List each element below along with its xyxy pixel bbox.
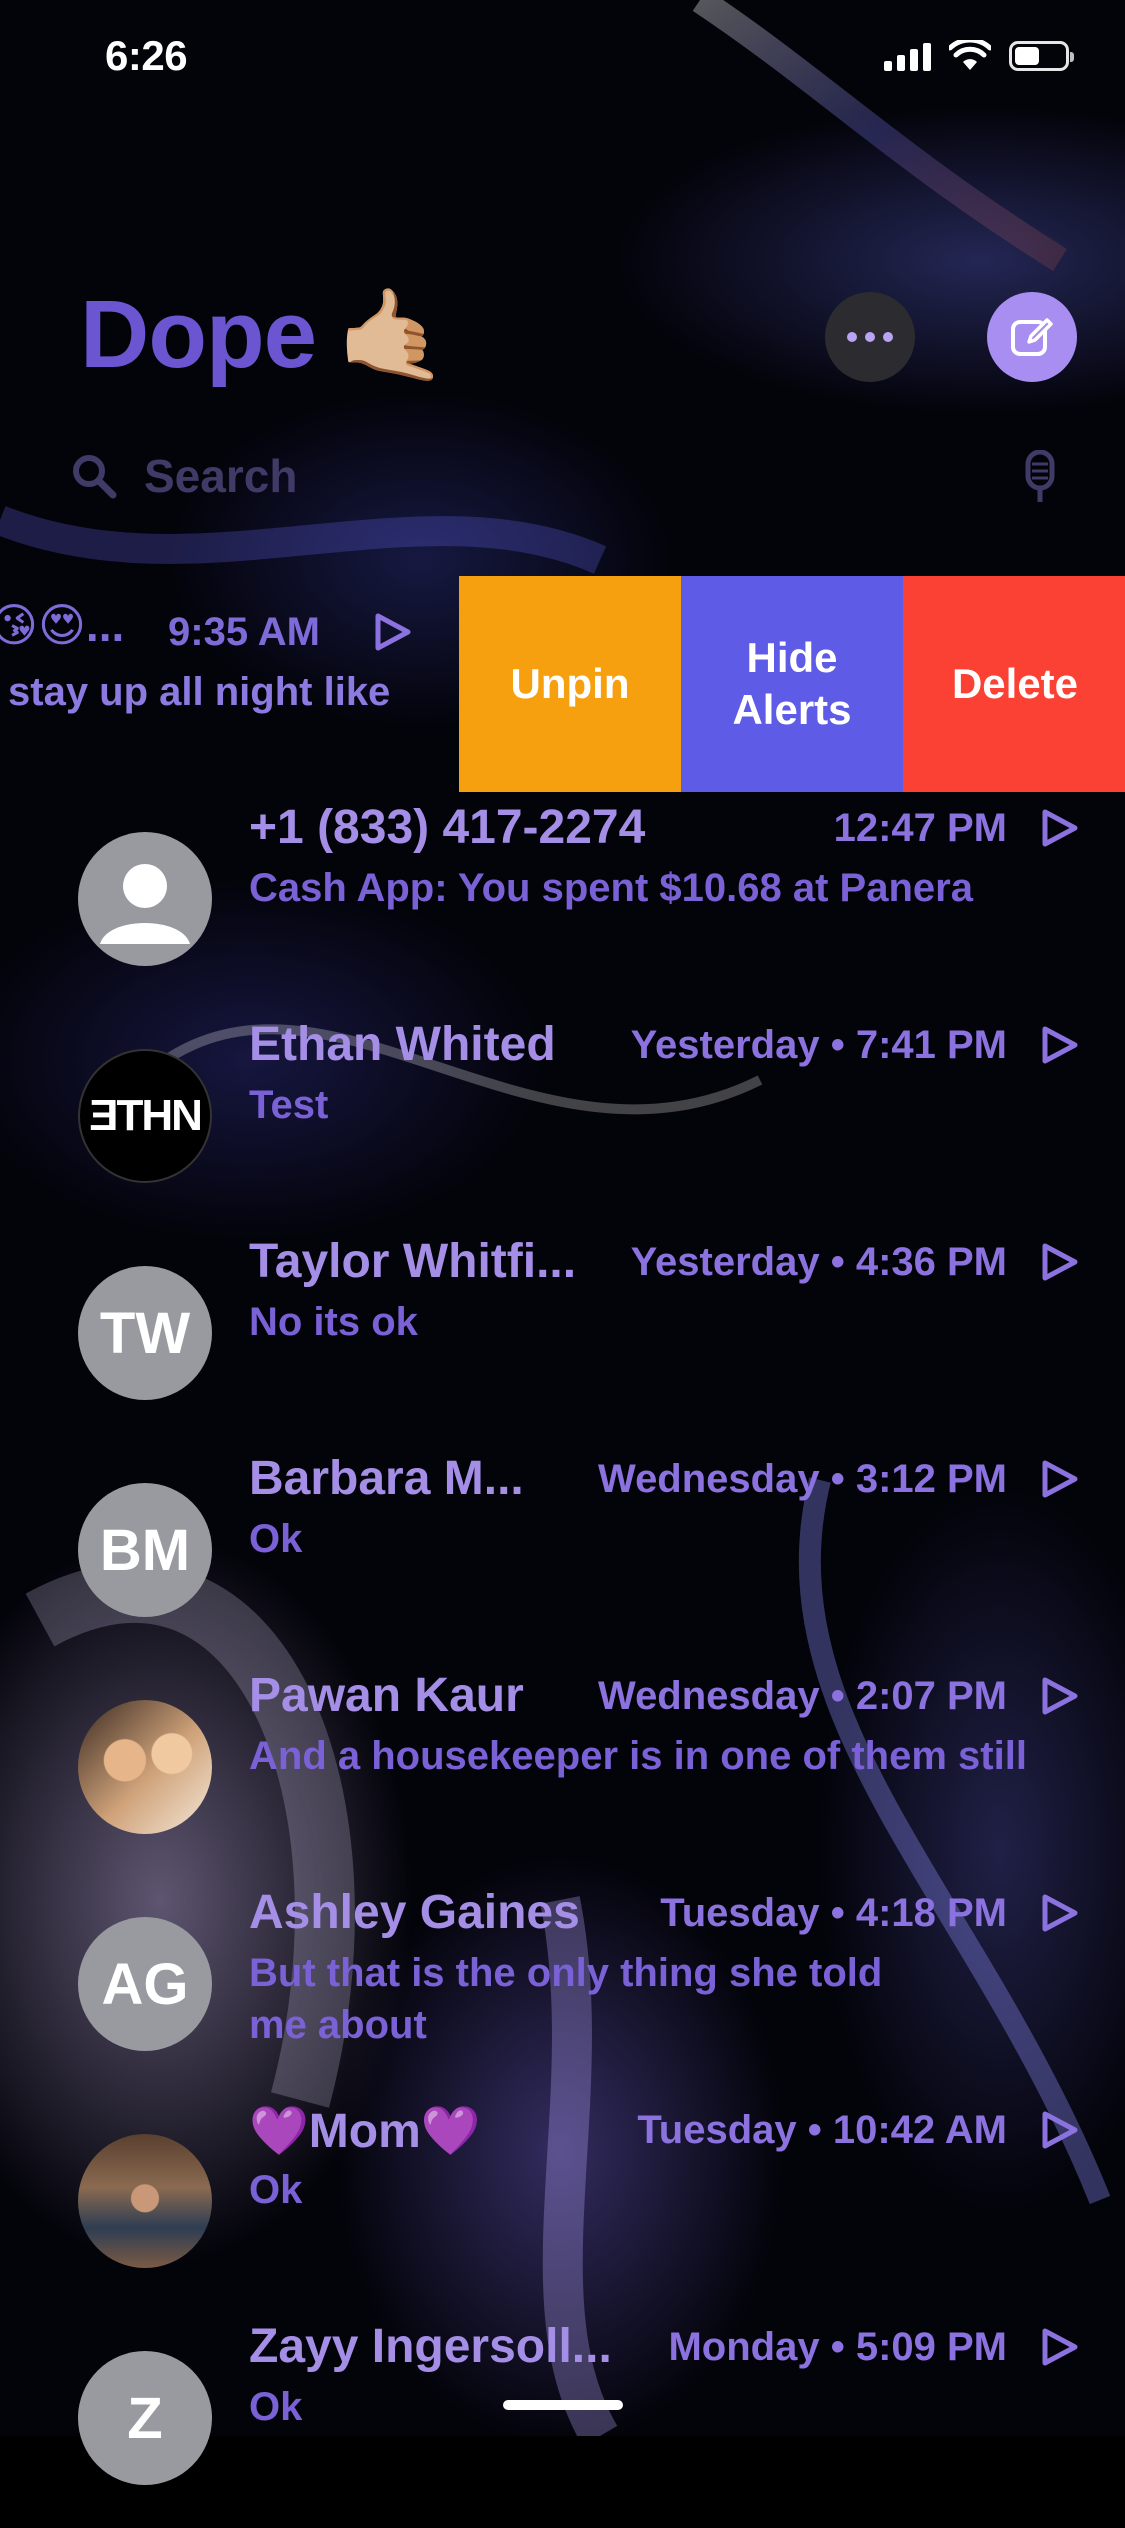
- chevron-right-icon: [1042, 2111, 1078, 2149]
- avatar: [78, 832, 212, 966]
- ellipsis-icon: [847, 332, 893, 342]
- conversation-row[interactable]: Pawan Kaur Wednesday • 2:07 PM And a hou…: [0, 1660, 1125, 1877]
- chevron-right-icon: [375, 613, 411, 651]
- avatar: BM: [78, 1483, 212, 1617]
- microphone-icon[interactable]: [1022, 450, 1058, 506]
- contact-name: Pawan Kaur: [249, 1669, 524, 1722]
- message-preview: Ok: [249, 2168, 303, 2212]
- chevron-right-icon: [1042, 1894, 1078, 1932]
- more-options-button[interactable]: [825, 292, 915, 382]
- hide-alerts-button[interactable]: Hide Alerts: [681, 576, 903, 792]
- conversation-list: +1 (833) 417-2274 12:47 PM Cash App: You…: [0, 792, 1125, 2528]
- message-preview: And a housekeeper is in one of them stil…: [249, 1734, 1027, 1778]
- conversation-row[interactable]: ƎTHN Ethan Whited Yesterday • 7:41 PM Te…: [0, 1009, 1125, 1226]
- pinned-emojis: 😘😍...: [0, 599, 125, 651]
- contact-name: Taylor Whitfi...: [249, 1235, 577, 1288]
- message-time: Monday • 5:09 PM: [668, 2325, 1007, 2369]
- message-preview: Ok: [249, 1517, 303, 1561]
- contact-name: 💜Mom💜: [249, 2105, 481, 2158]
- message-time: Yesterday • 4:36 PM: [630, 1240, 1007, 1284]
- contact-name: Zayy Ingersoll...: [249, 2320, 612, 2373]
- chevron-right-icon: [1042, 2328, 1078, 2366]
- conversation-row[interactable]: BM Barbara M... Wednesday • 3:12 PM Ok: [0, 1443, 1125, 1660]
- cellular-signal-icon: [884, 41, 931, 71]
- message-preview: Test: [249, 1083, 329, 1127]
- person-icon: [100, 864, 190, 944]
- conversation-row[interactable]: +1 (833) 417-2274 12:47 PM Cash App: You…: [0, 792, 1125, 1009]
- contact-name: Ethan Whited: [249, 1018, 556, 1071]
- unpin-button[interactable]: Unpin: [459, 576, 681, 792]
- contact-name: +1 (833) 417-2274: [249, 801, 646, 854]
- conversation-row[interactable]: AG Ashley Gaines Tuesday • 4:18 PM But t…: [0, 1877, 1125, 2094]
- avatar: Z: [78, 2351, 212, 2485]
- page-title: Dope 🤙🏼: [80, 280, 448, 390]
- home-indicator[interactable]: [503, 2400, 623, 2410]
- message-preview: Ok: [249, 2385, 303, 2429]
- search-icon: [73, 455, 117, 499]
- message-time: Tuesday • 4:18 PM: [660, 1891, 1007, 1935]
- message-time: Tuesday • 10:42 AM: [637, 2108, 1007, 2152]
- pinned-preview: stay up all night like: [8, 670, 391, 714]
- contact-name: Barbara M...: [249, 1452, 524, 1505]
- search-placeholder: Search: [144, 450, 298, 502]
- message-preview: No its ok: [249, 1300, 418, 1344]
- pinned-time: 9:35 AM: [168, 610, 320, 654]
- message-time: 12:47 PM: [833, 806, 1007, 850]
- chevron-right-icon: [1042, 1026, 1078, 1064]
- avatar-photo: [78, 1700, 212, 1834]
- chevron-right-icon: [1042, 809, 1078, 847]
- message-preview: Cash App: You spent $10.68 at Panera: [249, 866, 973, 910]
- title-emoji: 🤙🏼: [336, 285, 448, 386]
- compose-icon: [1011, 318, 1053, 356]
- compose-button[interactable]: [987, 292, 1077, 382]
- swipe-actions: Unpin Hide Alerts Delete: [459, 576, 1125, 792]
- chevron-right-icon: [1042, 1460, 1078, 1498]
- avatar: AG: [78, 1917, 212, 2051]
- avatar: TW: [78, 1266, 212, 1400]
- message-time: Wednesday • 2:07 PM: [598, 1674, 1007, 1718]
- status-icons: [884, 40, 1074, 72]
- battery-icon: [1009, 41, 1074, 71]
- avatar-photo: [78, 2134, 212, 2268]
- conversation-row[interactable]: TW Taylor Whitfi... Yesterday • 4:36 PM …: [0, 1226, 1125, 1443]
- pinned-conversation-row[interactable]: 😘😍... 9:35 AM stay up all night like: [0, 578, 460, 792]
- page-title-text: Dope: [80, 281, 317, 388]
- message-time: Wednesday • 3:12 PM: [598, 1457, 1007, 1501]
- chevron-right-icon: [1042, 1677, 1078, 1715]
- chevron-right-icon: [1042, 1243, 1078, 1281]
- contact-name: Ashley Gaines: [249, 1886, 580, 1939]
- message-preview: But that is the only thing she told me a…: [249, 1951, 883, 2047]
- delete-button[interactable]: Delete: [903, 576, 1125, 792]
- search-bar[interactable]: Search: [68, 446, 1058, 506]
- conversation-row[interactable]: 💜Mom💜 Tuesday • 10:42 AM Ok: [0, 2094, 1125, 2311]
- wifi-icon: [949, 40, 991, 70]
- conversation-row[interactable]: Z Zayy Ingersoll... Monday • 5:09 PM Ok: [0, 2311, 1125, 2528]
- hide-alerts-label-line1: Hide: [746, 633, 838, 681]
- message-time: Yesterday • 7:41 PM: [630, 1023, 1007, 1067]
- status-time: 6:26: [105, 32, 188, 79]
- avatar: ƎTHN: [78, 1049, 212, 1183]
- hide-alerts-label-line2: Alerts: [732, 686, 852, 733]
